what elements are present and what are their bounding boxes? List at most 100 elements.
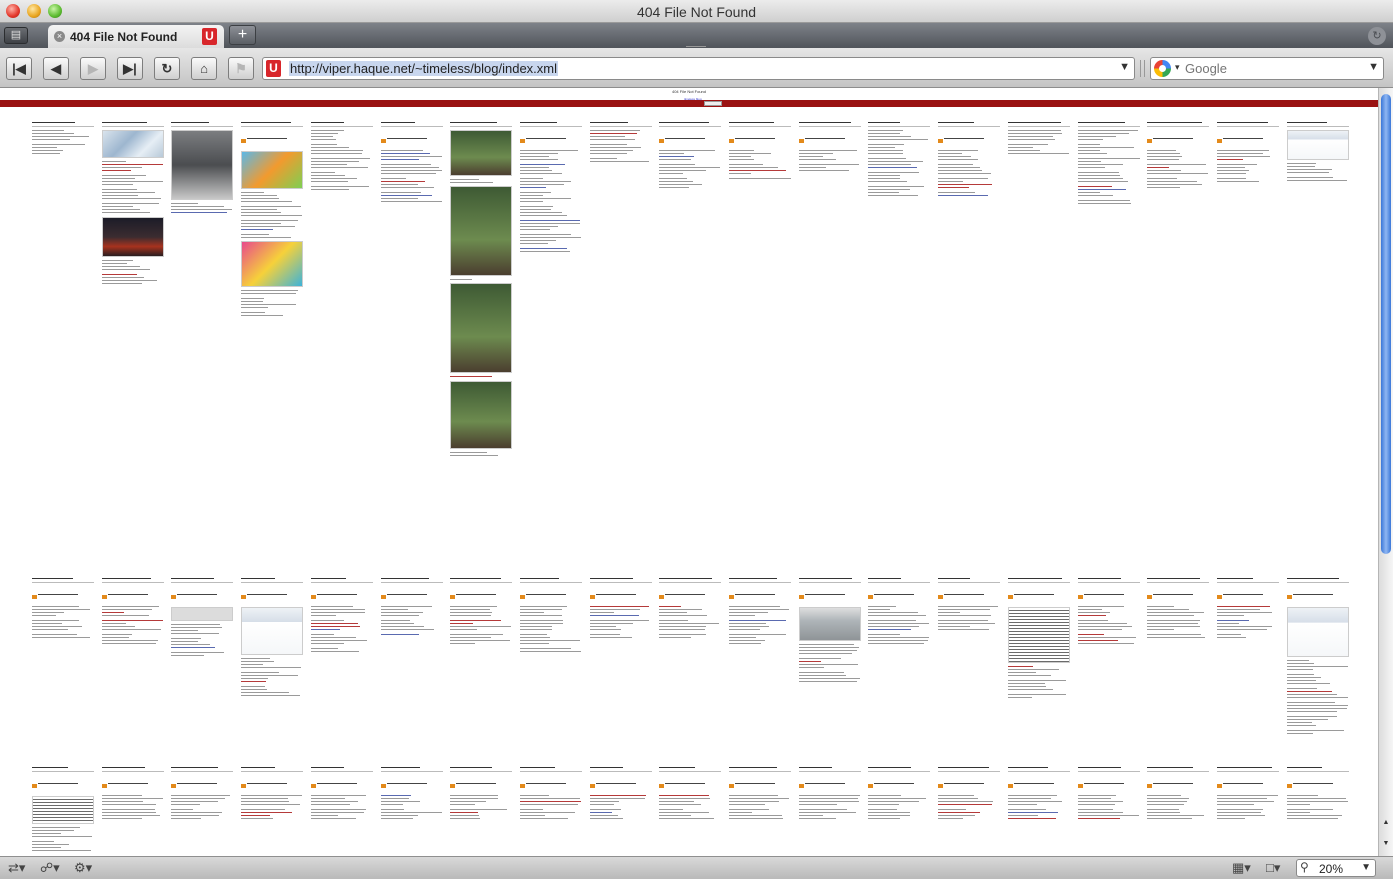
blog-post-thumbnail[interactable] [1078, 765, 1140, 823]
blog-post-thumbnail[interactable] [241, 765, 303, 823]
blog-post-thumbnail[interactable] [1217, 120, 1279, 184]
blog-post-thumbnail[interactable] [381, 576, 443, 637]
blog-post-thumbnail[interactable] [1147, 765, 1209, 823]
post-image[interactable] [241, 241, 303, 287]
blog-post-thumbnail[interactable] [1078, 120, 1140, 206]
blog-post-thumbnail[interactable] [938, 576, 1000, 634]
blog-post-thumbnail[interactable] [171, 576, 233, 658]
scroll-up-icon[interactable]: ▲ [1380, 814, 1392, 832]
blog-post-thumbnail[interactable] [590, 120, 652, 164]
blog-post-thumbnail[interactable] [868, 576, 930, 648]
search-bar-separator[interactable] [1140, 60, 1145, 77]
reload-button[interactable]: ↻ [154, 57, 180, 80]
google-logo-icon[interactable] [1154, 60, 1171, 77]
post-image[interactable] [241, 607, 303, 655]
blog-post-thumbnail[interactable] [729, 765, 791, 823]
blog-post-thumbnail[interactable] [1008, 765, 1070, 823]
blog-post-thumbnail[interactable] [102, 765, 164, 823]
blog-post-thumbnail[interactable] [799, 576, 861, 686]
last-page-button[interactable]: ▶| [117, 57, 143, 80]
blog-post-thumbnail[interactable] [450, 120, 512, 458]
blog-post-thumbnail[interactable] [311, 576, 373, 654]
post-image[interactable] [171, 130, 233, 200]
header-search-box[interactable] [704, 101, 722, 106]
blog-post-thumbnail[interactable] [32, 120, 94, 158]
sync-icon[interactable]: ⇄▾ [8, 860, 25, 876]
blog-post-thumbnail[interactable] [32, 576, 94, 640]
blog-post-thumbnail[interactable] [938, 765, 1000, 823]
blog-post-thumbnail[interactable] [241, 120, 303, 318]
blog-post-thumbnail[interactable] [1147, 576, 1209, 640]
page-view-icon[interactable]: □▾ [1266, 860, 1280, 876]
bookmark-button[interactable]: ⚑ [228, 57, 254, 80]
post-image[interactable] [450, 283, 512, 373]
blog-post-thumbnail[interactable] [450, 576, 512, 648]
post-image[interactable] [32, 796, 94, 824]
search-engine-dropdown-icon[interactable]: ▾ [1175, 62, 1180, 73]
blog-post-thumbnail[interactable] [799, 765, 861, 823]
blog-post-thumbnail[interactable] [171, 120, 233, 217]
blog-post-thumbnail[interactable] [1147, 120, 1209, 192]
post-image[interactable] [1287, 607, 1349, 657]
blog-post-thumbnail[interactable] [32, 765, 94, 855]
blog-post-thumbnail[interactable] [868, 120, 930, 200]
blog-post-thumbnail[interactable] [659, 765, 721, 823]
page-content[interactable]: 404 File Not Found timeless blog [0, 88, 1378, 856]
blog-post-thumbnail[interactable] [520, 120, 582, 254]
post-image[interactable] [450, 186, 512, 276]
post-image[interactable] [102, 130, 164, 158]
blog-post-thumbnail[interactable] [1078, 576, 1140, 648]
post-image[interactable] [1287, 130, 1349, 160]
network-icon[interactable]: ☍▾ [40, 860, 60, 876]
new-tab-button[interactable]: + [229, 25, 256, 45]
zoom-control[interactable]: ⚲ 20% ▼ [1296, 859, 1376, 877]
blog-post-thumbnail[interactable] [729, 120, 791, 181]
blog-post-thumbnail[interactable] [1287, 765, 1349, 823]
back-button[interactable]: ◀ [43, 57, 69, 80]
sidebar-toggle-button[interactable]: ▤ [4, 27, 28, 44]
tab-list-icon[interactable]: ↻ [1368, 27, 1386, 45]
blog-post-thumbnail[interactable] [520, 576, 582, 654]
blog-post-thumbnail[interactable] [450, 765, 512, 823]
tab-close-icon[interactable]: × [54, 31, 65, 42]
blog-post-thumbnail[interactable] [311, 765, 373, 823]
blog-post-thumbnail[interactable] [590, 765, 652, 823]
post-image[interactable] [450, 130, 512, 176]
blog-post-thumbnail[interactable] [171, 765, 233, 823]
blog-post-thumbnail[interactable] [102, 120, 164, 288]
first-page-button[interactable]: |◀ [6, 57, 32, 80]
blog-post-thumbnail[interactable] [1287, 576, 1349, 736]
forward-button[interactable]: ▶ [80, 57, 106, 80]
post-image[interactable] [171, 607, 233, 621]
post-image[interactable] [102, 217, 164, 257]
blog-post-thumbnail[interactable] [1008, 576, 1070, 700]
post-image[interactable] [799, 607, 861, 641]
blog-post-thumbnail[interactable] [590, 576, 652, 640]
post-image[interactable] [450, 381, 512, 449]
vertical-scrollbar[interactable]: ▲ ▼ [1378, 88, 1393, 856]
url-text[interactable]: http://viper.haque.net/~timeless/blog/in… [289, 61, 559, 76]
tab-404[interactable]: × 404 File Not Found U [48, 25, 224, 48]
blog-post-thumbnail[interactable] [1008, 120, 1070, 158]
blog-post-thumbnail[interactable] [381, 765, 443, 823]
blog-post-thumbnail[interactable] [1287, 120, 1349, 183]
blog-post-thumbnail[interactable] [241, 576, 303, 700]
search-input[interactable] [1185, 59, 1365, 78]
url-history-dropdown-icon[interactable]: ▼ [1119, 61, 1130, 73]
scrollbar-thumb[interactable] [1381, 94, 1391, 554]
blog-post-thumbnail[interactable] [102, 576, 164, 648]
post-image[interactable] [1008, 607, 1070, 663]
blog-post-thumbnail[interactable] [520, 765, 582, 823]
blog-post-thumbnail[interactable] [729, 576, 791, 648]
blog-post-thumbnail[interactable] [311, 120, 373, 192]
blog-post-thumbnail[interactable] [1217, 765, 1279, 823]
header-links[interactable]: timeless blog [684, 97, 702, 101]
page-info-icon[interactable]: ▦▾ [1232, 860, 1251, 876]
blog-post-thumbnail[interactable] [381, 120, 443, 206]
blog-post-thumbnail[interactable] [1217, 576, 1279, 640]
search-bar[interactable]: ▾ ▼ [1150, 57, 1384, 80]
blog-post-thumbnail[interactable] [659, 576, 721, 640]
blog-post-thumbnail[interactable] [659, 120, 721, 192]
cookie-icon[interactable]: ⚙▾ [74, 860, 92, 876]
post-image[interactable] [241, 151, 303, 189]
